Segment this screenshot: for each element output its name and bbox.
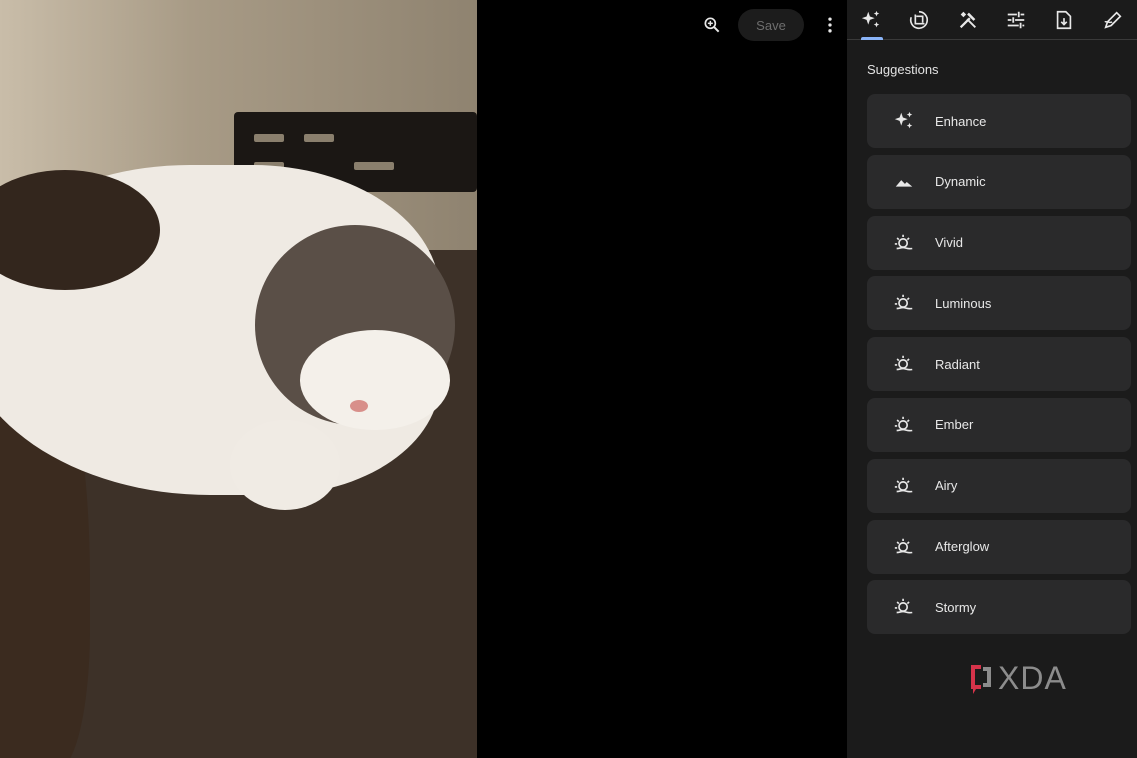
suggestion-label: Airy (935, 478, 958, 494)
suggestion-luminous[interactable]: Luminous (867, 276, 1131, 331)
crop-rotate-icon (910, 10, 929, 29)
weather-icon (887, 353, 921, 375)
tools-icon (959, 11, 976, 28)
xda-logo-text: XDA (998, 660, 1067, 696)
edit-panel: Suggestions Enhance Dynamic Vivid Lumino… (847, 0, 1137, 758)
weather-icon (887, 475, 921, 497)
suggestion-label: Dynamic (935, 174, 986, 190)
xda-bracket-icon (971, 665, 991, 694)
suggestion-enhance[interactable]: Enhance (867, 94, 1131, 148)
suggestion-label: Ember (935, 417, 974, 433)
weather-icon (887, 232, 921, 254)
photo-cat-face (300, 330, 450, 430)
suggestions-list: Enhance Dynamic Vivid Luminous Radiant E… (867, 94, 1131, 641)
suggestion-airy[interactable]: Airy (867, 458, 1131, 513)
tab-tools[interactable] (944, 0, 992, 39)
suggestion-label: Stormy (935, 599, 977, 615)
weather-icon (887, 596, 921, 618)
suggestion-label: Enhance (935, 113, 987, 129)
tab-markup[interactable] (1089, 0, 1137, 39)
save-button[interactable]: Save (738, 9, 804, 41)
suggestion-afterglow[interactable]: Afterglow (867, 519, 1131, 574)
zoom-in-icon[interactable] (696, 9, 728, 41)
section-title: Suggestions (867, 62, 939, 77)
suggestion-label: Luminous (935, 295, 992, 311)
tab-export[interactable] (1040, 0, 1088, 39)
suggestion-label: Radiant (935, 356, 980, 372)
suggestion-label: Vivid (935, 235, 963, 251)
edit-tabs (847, 0, 1137, 40)
suggestion-dynamic[interactable]: Dynamic (867, 154, 1131, 209)
weather-icon (887, 414, 921, 436)
photo-canvas (0, 0, 477, 758)
xda-logo: XDA (968, 660, 1078, 696)
suggestion-stormy[interactable]: Stormy (867, 580, 1131, 635)
weather-icon (887, 292, 921, 314)
suggestion-vivid[interactable]: Vivid (867, 215, 1131, 270)
canvas-toolbar: Save (696, 8, 846, 42)
weather-icon (887, 536, 921, 558)
tab-suggestions[interactable] (847, 0, 895, 40)
export-icon (1057, 10, 1072, 29)
tune-icon (1007, 11, 1025, 28)
more-vert-icon[interactable] (814, 9, 846, 41)
auto-awesome-icon (861, 10, 880, 27)
suggestion-ember[interactable]: Ember (867, 397, 1131, 452)
suggestion-radiant[interactable]: Radiant (867, 337, 1131, 392)
photo-cat-nose (350, 400, 368, 412)
tab-adjust[interactable] (992, 0, 1040, 39)
tab-crop-rotate[interactable] (895, 0, 943, 39)
markup-icon (1104, 10, 1122, 29)
suggestion-label: Afterglow (935, 539, 990, 555)
photo-cat-paw (230, 420, 340, 510)
mountain-icon (887, 171, 921, 193)
sparkle-icon (887, 110, 921, 132)
